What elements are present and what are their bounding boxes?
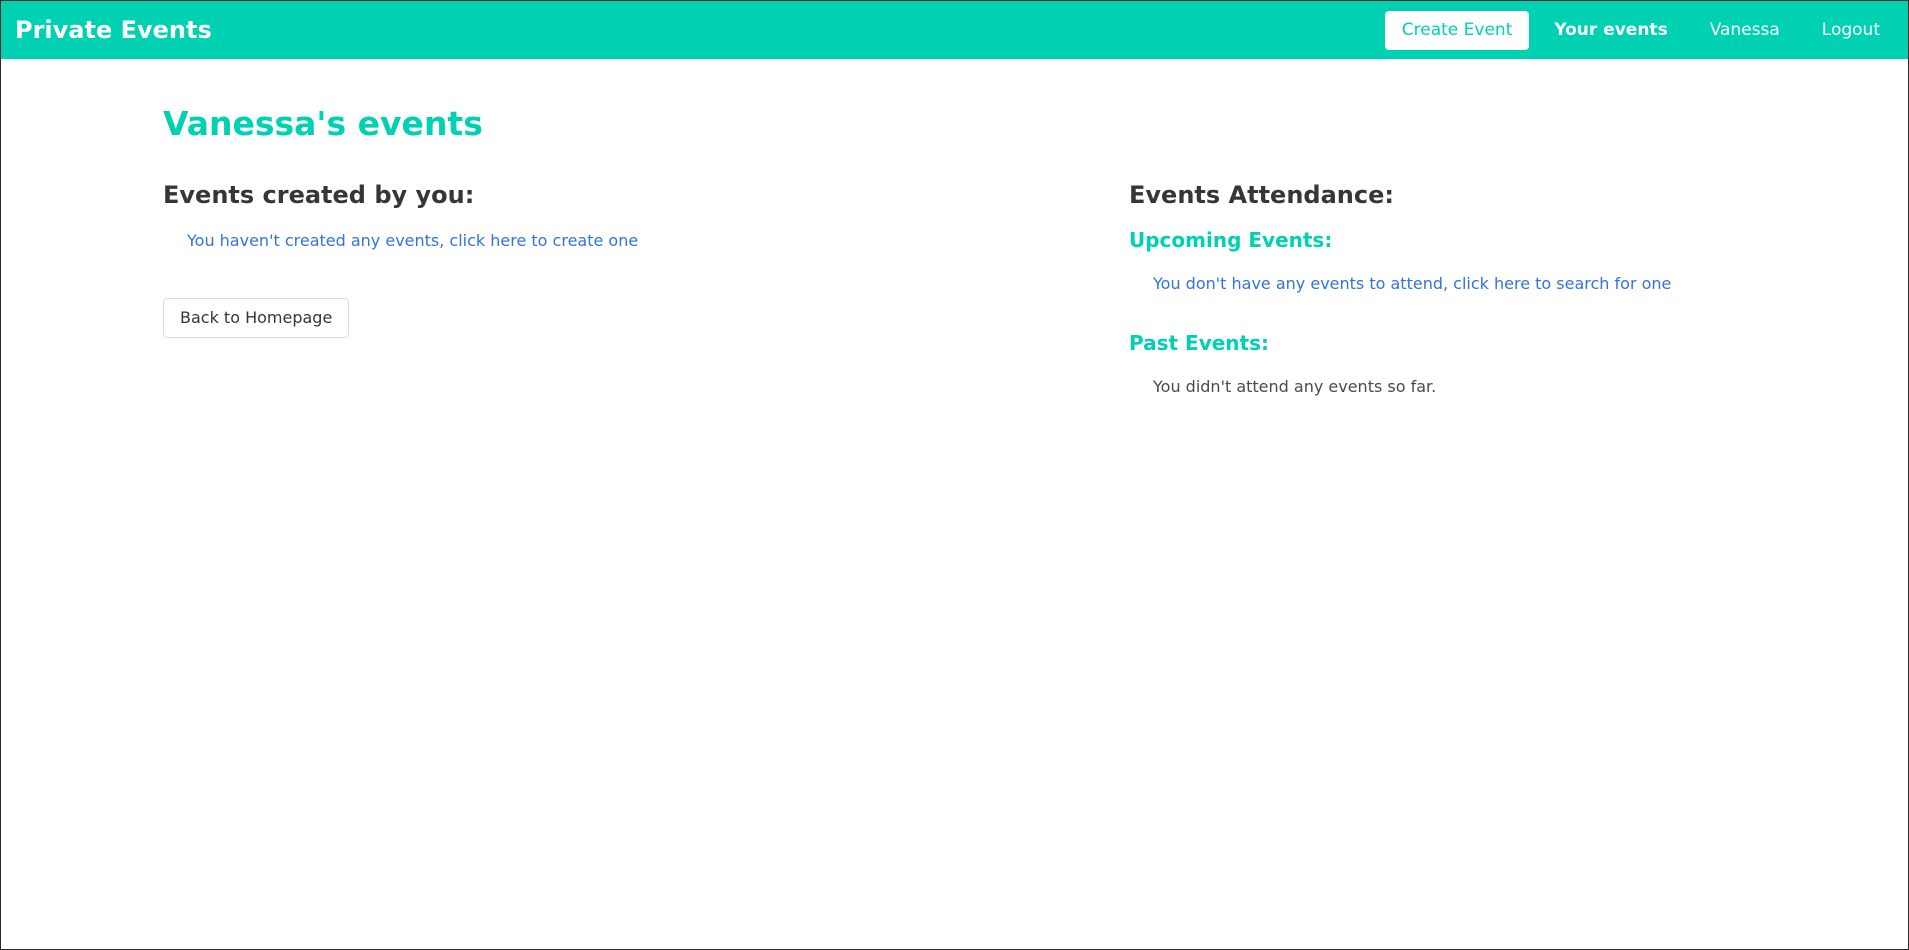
past-events-list: You didn't attend any events so far. bbox=[1129, 377, 1889, 396]
your-events-link[interactable]: Your events bbox=[1554, 20, 1667, 40]
create-one-link[interactable]: You haven't created any events, click he… bbox=[187, 231, 638, 250]
navbar-menu: Create Event Your events Vanessa Logout bbox=[1384, 1, 1908, 59]
page-title: Vanessa's events bbox=[163, 104, 483, 143]
attendance-heading: Events Attendance: bbox=[1129, 181, 1394, 209]
attendance-section: Events Attendance: Upcoming Events: You … bbox=[1129, 179, 1889, 396]
back-button-wrapper: Back to Homepage bbox=[163, 298, 963, 338]
created-events-section: Events created by you: You haven't creat… bbox=[163, 179, 963, 338]
app-window: Private Events Create Event Your events … bbox=[0, 0, 1909, 950]
past-events-empty-text: You didn't attend any events so far. bbox=[1153, 377, 1437, 396]
logout-link[interactable]: Logout bbox=[1822, 20, 1880, 40]
past-events-heading: Past Events: bbox=[1129, 331, 1270, 355]
brand-logo-link[interactable]: Private Events bbox=[15, 16, 212, 44]
search-events-link[interactable]: You don't have any events to attend, cli… bbox=[1153, 274, 1671, 293]
back-to-homepage-button[interactable]: Back to Homepage bbox=[163, 298, 350, 338]
upcoming-events-list: You don't have any events to attend, cli… bbox=[1129, 274, 1889, 293]
created-events-list: You haven't created any events, click he… bbox=[163, 231, 963, 250]
user-profile-link[interactable]: Vanessa bbox=[1710, 20, 1780, 40]
created-events-heading: Events created by you: bbox=[163, 181, 475, 209]
upcoming-events-heading: Upcoming Events: bbox=[1129, 228, 1333, 252]
create-event-button[interactable]: Create Event bbox=[1384, 10, 1530, 50]
navbar: Private Events Create Event Your events … bbox=[1, 1, 1908, 59]
